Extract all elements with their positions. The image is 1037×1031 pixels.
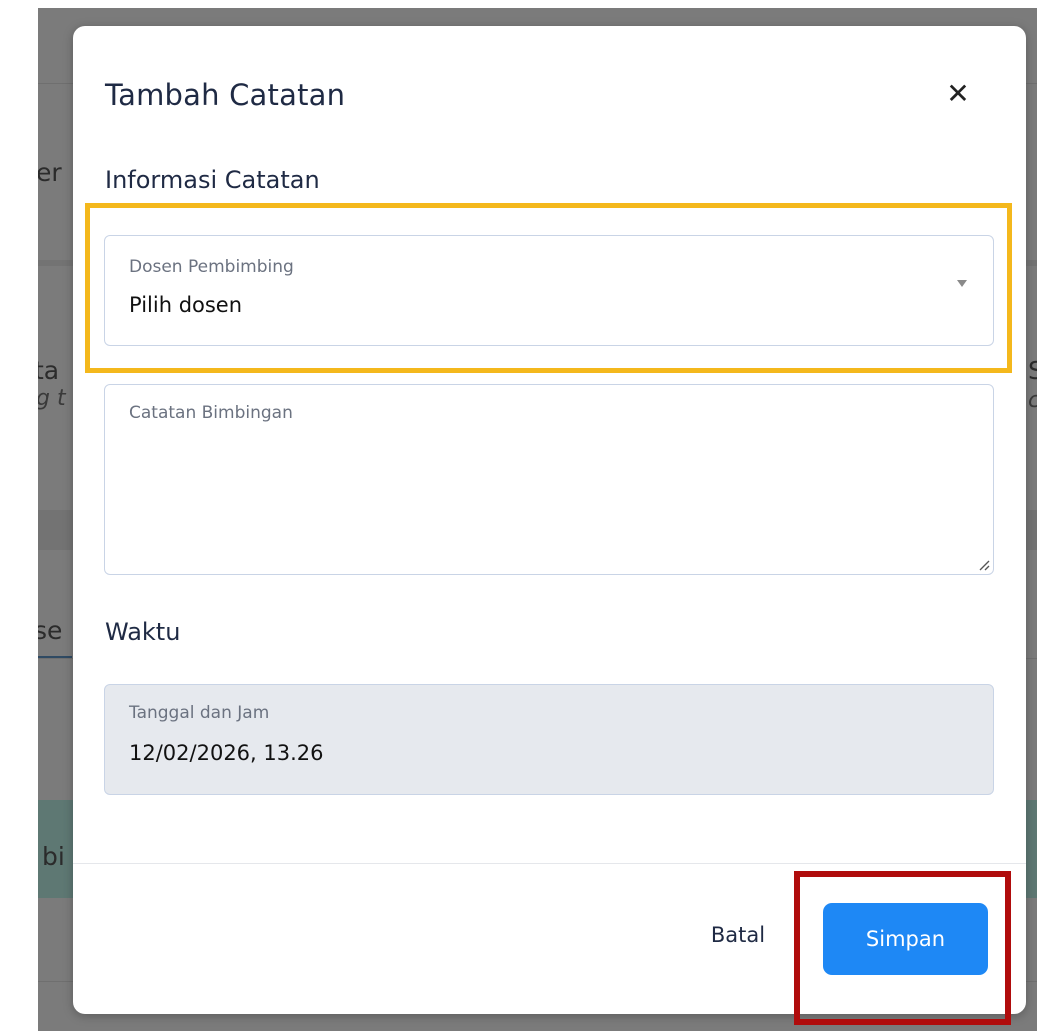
cancel-button[interactable]: Batal bbox=[693, 915, 783, 955]
notes-textarea[interactable]: Catatan Bimbingan bbox=[104, 384, 994, 575]
background-text: ta bbox=[38, 356, 60, 385]
lecturer-select[interactable]: Dosen Pembimbing Pilih dosen bbox=[104, 235, 994, 346]
close-icon: ✕ bbox=[946, 76, 970, 110]
footer-divider bbox=[73, 863, 1026, 864]
section-title-time: Waktu bbox=[105, 618, 181, 646]
lecturer-select-label: Dosen Pembimbing bbox=[129, 257, 294, 277]
save-button[interactable]: Simpan bbox=[823, 903, 988, 975]
background-text: S bbox=[1028, 356, 1037, 385]
background-text: bi bbox=[42, 842, 65, 871]
notes-textarea-label: Catatan Bimbingan bbox=[129, 403, 293, 423]
background-text: se bbox=[38, 616, 63, 645]
datetime-field-label: Tanggal dan Jam bbox=[129, 703, 270, 723]
resize-handle-icon[interactable] bbox=[978, 559, 990, 571]
lecturer-select-value: Pilih dosen bbox=[129, 293, 243, 317]
datetime-field: Tanggal dan Jam 12/02/2026, 13.26 bbox=[104, 684, 994, 795]
background-text: er bbox=[38, 158, 62, 187]
chevron-down-icon bbox=[957, 280, 967, 287]
background-text: g t bbox=[38, 386, 66, 411]
section-title-note-info: Informasi Catatan bbox=[105, 166, 320, 194]
add-note-dialog: Tambah Catatan ✕ Informasi Catatan Dosen… bbox=[73, 26, 1026, 1014]
datetime-field-value: 12/02/2026, 13.26 bbox=[129, 741, 324, 765]
background-text: c bbox=[1028, 388, 1037, 413]
close-button[interactable]: ✕ bbox=[943, 76, 973, 110]
dialog-title: Tambah Catatan bbox=[105, 78, 346, 112]
